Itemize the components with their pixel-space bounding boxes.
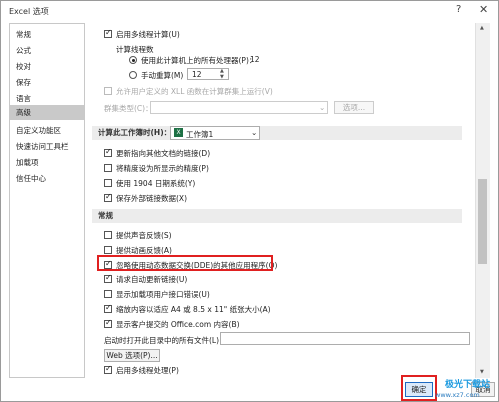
close-icon[interactable]: ✕ — [479, 3, 488, 16]
watermark-brand: 极光下载站 — [445, 380, 491, 390]
cluster-type-label: 群集类型(C)： — [104, 104, 153, 113]
scroll-down-icon[interactable]: ▼ — [480, 369, 484, 375]
date-1904-label: 使用 1904 日期系统(Y) — [116, 179, 196, 188]
watermark-url: www.xz7.com — [435, 391, 480, 399]
enable-multithread-calc-checkbox[interactable] — [104, 28, 112, 38]
general-section-header: 常规 — [92, 209, 462, 223]
nav-item-addins[interactable]: 加载项 — [10, 155, 84, 170]
update-links-checkbox[interactable] — [104, 147, 112, 157]
xll-cluster-checkbox[interactable] — [104, 87, 112, 95]
date-1904-checkbox[interactable] — [104, 179, 112, 187]
highlight-box-dde — [97, 255, 273, 271]
precision-as-displayed-label: 将精度设为所显示的精度(P) — [116, 164, 209, 173]
precision-as-displayed-checkbox[interactable] — [104, 164, 112, 172]
excel-options-dialog: Excel 选项 ? ✕ 常规 公式 校对 保存 语言 高级 自定义功能区 快速… — [0, 0, 499, 402]
manual-threads-spinner[interactable]: 12 ▲ ▼ — [187, 68, 229, 80]
ask-update-links-checkbox[interactable] — [104, 273, 112, 283]
title-bar: Excel 选项 ? ✕ — [1, 1, 498, 21]
workbook-select[interactable]: X 工作簿1 ⌄ — [170, 126, 260, 140]
window-title: Excel 选项 — [9, 7, 49, 16]
advanced-options-panel: 启用多线程计算(U) 计算线程数 使用此计算机上的所有处理器(P)： 12 手动… — [92, 23, 474, 378]
processor-count: 12 — [250, 55, 260, 64]
general-section-title: 常规 — [98, 211, 113, 220]
office-content-label: 显示客户提交的 Office.com 内容(B) — [116, 320, 240, 329]
addin-ui-errors-label: 显示加载项用户接口错误(U) — [116, 290, 210, 299]
workbook-calc-title: 计算此工作簿时(H)： — [98, 128, 172, 137]
chevron-down-icon: ⌄ — [319, 103, 326, 112]
all-processors-label: 使用此计算机上的所有处理器(P)： — [141, 56, 257, 65]
nav-item-save[interactable]: 保存 — [10, 75, 84, 90]
manual-threads-label: 手动重算(M) — [141, 71, 184, 80]
spinner-down-icon[interactable]: ▼ — [220, 74, 224, 80]
cluster-options-button[interactable]: 选项... — [334, 101, 374, 114]
startup-folder-label: 启动时打开此目录中的所有文件(L)： — [104, 336, 227, 345]
all-processors-radio[interactable] — [129, 56, 137, 64]
web-options-button[interactable]: Web 选项(P)... — [104, 349, 160, 362]
sound-feedback-label: 提供声音反馈(S) — [116, 231, 172, 240]
enable-multithread-processing-checkbox[interactable] — [104, 364, 112, 374]
ask-update-links-label: 请求自动更新链接(U) — [116, 275, 188, 284]
help-icon[interactable]: ? — [456, 4, 461, 15]
nav-item-customize-ribbon[interactable]: 自定义功能区 — [10, 123, 84, 138]
enable-multithread-calc-label: 启用多线程计算(U) — [116, 30, 180, 39]
nav-item-language[interactable]: 语言 — [10, 91, 84, 106]
threads-title: 计算线程数 — [116, 45, 154, 54]
enable-multithread-processing-label: 启用多线程处理(P) — [116, 366, 179, 375]
animation-feedback-checkbox[interactable] — [104, 246, 112, 254]
manual-threads-value: 12 — [192, 70, 202, 79]
nav-item-advanced[interactable]: 高级 — [10, 105, 84, 120]
cluster-type-select[interactable]: ⌄ — [150, 101, 328, 114]
nav-item-formulas[interactable]: 公式 — [10, 43, 84, 58]
excel-workbook-icon: X — [174, 128, 183, 137]
save-external-links-label: 保存外部链接数据(X) — [116, 194, 187, 203]
startup-folder-input[interactable] — [220, 332, 470, 345]
nav-item-quick-access-toolbar[interactable]: 快速访问工具栏 — [10, 139, 84, 154]
chevron-down-icon: ⌄ — [251, 128, 258, 137]
sound-feedback-checkbox[interactable] — [104, 231, 112, 239]
workbook-calc-section: 计算此工作簿时(H)： — [92, 126, 462, 140]
addin-ui-errors-checkbox[interactable] — [104, 290, 112, 298]
scroll-up-icon[interactable]: ▲ — [480, 25, 484, 31]
office-content-checkbox[interactable] — [104, 318, 112, 328]
highlight-box-ok — [401, 375, 437, 401]
nav-item-trust-center[interactable]: 信任中心 — [10, 171, 84, 186]
scale-a4-label: 缩放内容以适应 A4 或 8.5 x 11" 纸张大小(A) — [116, 305, 271, 314]
options-nav: 常规 公式 校对 保存 语言 高级 自定义功能区 快速访问工具栏 加载项 信任中… — [9, 23, 85, 378]
xll-cluster-label: 允许用户定义的 XLL 函数在计算群集上运行(V) — [116, 87, 273, 96]
update-links-label: 更新指向其他文档的链接(D) — [116, 149, 211, 158]
workbook-name: 工作簿1 — [186, 130, 214, 139]
scrollbar-thumb[interactable] — [478, 179, 487, 264]
scale-a4-checkbox[interactable] — [104, 303, 112, 313]
nav-item-proofing[interactable]: 校对 — [10, 59, 84, 74]
manual-threads-radio[interactable] — [129, 71, 137, 79]
save-external-links-checkbox[interactable] — [104, 192, 112, 202]
nav-item-general[interactable]: 常规 — [10, 27, 84, 42]
